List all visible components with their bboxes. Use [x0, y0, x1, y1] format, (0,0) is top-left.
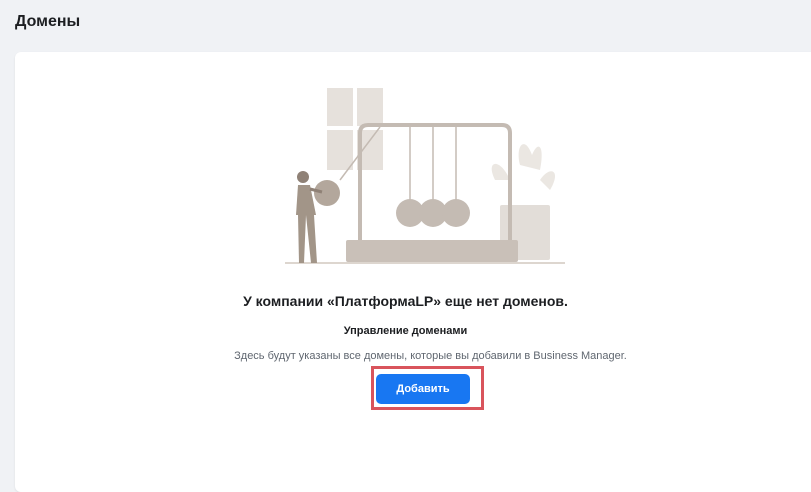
empty-state-description: Здесь будут указаны все домены, которые …: [234, 350, 627, 362]
page-title: Домены: [15, 13, 81, 30]
newtons-cradle-illustration: [285, 88, 565, 264]
section-title: Управление доменами: [343, 325, 468, 337]
add-domain-button[interactable]: Добавить: [376, 374, 470, 404]
empty-state-title: У компании «ПлатформаLP» еще нет доменов…: [243, 293, 568, 309]
